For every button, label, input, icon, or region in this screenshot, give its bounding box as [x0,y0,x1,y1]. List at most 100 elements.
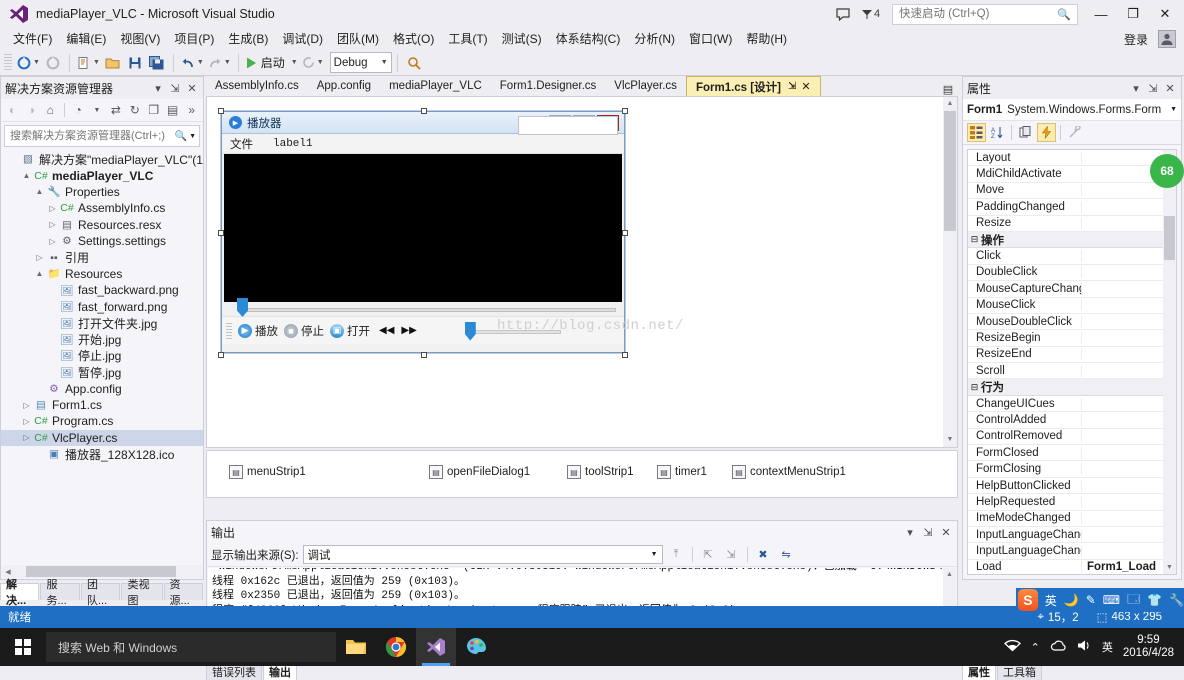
property-row[interactable]: Layout [968,150,1176,167]
tray-component[interactable]: ▤ toolStrip1 [567,465,634,479]
chevron-down-icon[interactable]: ▼ [189,133,196,140]
ime-toolbox-icon[interactable]: 🗔 [1127,590,1140,611]
scroll-down-icon[interactable]: ▼ [1163,561,1176,574]
solution-tab-资源[interactable]: 资源... [163,579,204,607]
property-row[interactable]: HelpButtonClicked [968,478,1176,495]
solution-tree-item[interactable]: ▷ ▪▪ 引用 [1,249,203,265]
solution-tree-item[interactable]: 🖼 停止.jpg [1,348,203,364]
form-open-button[interactable]: ▣ 打开 [330,323,370,339]
tray-component[interactable]: ▤ timer1 [657,465,707,479]
resize-handle-e[interactable] [622,230,628,236]
document-tab[interactable]: App.config [307,76,381,96]
solution-tree-item[interactable]: 🖼 fast_backward.png [1,282,203,298]
file-explorer-icon[interactable] [336,628,376,666]
solution-tree-item[interactable]: ▷ C# VlcPlayer.cs [1,429,203,447]
scroll-thumb[interactable] [944,111,956,231]
chevron-down-icon[interactable]: ▾ [903,526,917,539]
property-row[interactable]: HelpRequested [968,494,1176,511]
menu-build[interactable]: 生成(B) [221,29,275,49]
signin-link[interactable]: 登录 [1124,31,1148,48]
solution-tree-item[interactable]: ▲ C# mediaPlayer_VLC [1,167,203,183]
property-row[interactable]: FormClosing [968,461,1176,478]
form-menu-file[interactable]: 文件 [230,136,253,152]
pin-icon[interactable]: ⇲ [1146,82,1160,95]
chevron-down-icon[interactable]: ▼ [197,59,204,66]
document-tab[interactable]: Form1.Designer.cs [490,76,606,96]
menu-format[interactable]: 格式(O) [386,29,441,49]
solution-tree-item[interactable]: 🖼 暂停.jpg [1,364,203,380]
flag-icon[interactable]: 4 [858,2,884,26]
solution-tree-item[interactable]: 🖼 fast_forward.png [1,299,203,315]
menu-file[interactable]: 文件(F) [6,29,59,49]
search-input[interactable] [8,129,175,143]
menu-team[interactable]: 团队(M) [330,29,386,49]
solution-tree-item[interactable]: ▷ ▤ Resources.resx [1,217,203,233]
overflow-icon[interactable]: » [183,101,200,120]
property-category-row[interactable]: ⊟ 行为 [968,379,1176,396]
expander-icon[interactable]: ▷ [46,237,59,246]
property-row[interactable]: ResizeEnd [968,347,1176,364]
new-project-icon[interactable]: ▼ [75,52,102,74]
resize-handle-w[interactable] [218,230,224,236]
property-row[interactable]: MouseClick [968,298,1176,314]
taskbar-search-box[interactable]: 搜索 Web 和 Windows [46,632,336,662]
property-row[interactable]: Click [968,248,1176,265]
menu-project[interactable]: 项目(P) [167,29,221,49]
ime-indicator-icon[interactable]: 英 [1102,639,1113,655]
sogou-logo-icon[interactable]: S [1018,589,1038,611]
solution-tree-item[interactable]: ▧ 解决方案"mediaPlayer_VLC"(1 个项目 [1,151,203,167]
expander-icon[interactable]: ▷ [20,401,33,410]
designer-vertical-scrollbar[interactable]: ▲ ▼ [943,97,957,447]
property-row[interactable]: MouseDoubleClick [968,314,1176,331]
property-row[interactable]: ControlRemoved [968,429,1176,446]
comment-icon[interactable] [830,2,856,26]
properties-icon[interactable]: ▤ [164,101,181,120]
property-row[interactable]: MdiChildActivate [968,166,1176,183]
properties-grid[interactable]: Layout MdiChildActivate Move PaddingChanged… [967,149,1177,575]
refresh-icon[interactable]: ↻ [126,101,143,120]
feedback-badge[interactable]: 68 [1150,154,1184,188]
undo-icon[interactable]: ▼ [179,52,206,74]
property-row[interactable]: InputLanguageChanged [968,527,1176,544]
resize-handle-nw[interactable] [218,108,224,114]
pin-icon[interactable]: ⇲ [921,526,935,539]
expander-icon[interactable]: ▲ [33,269,46,278]
expander-icon[interactable]: ▲ [33,187,46,196]
taskbar-clock[interactable]: 9:59 2016/4/28 [1123,634,1174,660]
fast-backward-icon[interactable]: ◀◀ [379,325,394,336]
wifi-icon[interactable] [1003,639,1021,655]
events-icon[interactable] [1037,123,1056,142]
start-debug-button[interactable]: 启动 ▼ [244,52,300,74]
fast-forward-icon[interactable]: ▶▶ [401,325,416,336]
sync-icon[interactable]: ⇄ [107,101,124,120]
property-value[interactable]: Form1_Load [1082,561,1176,573]
properties-object-selector[interactable]: Form1 System.Windows.Forms.Form ▼ [963,99,1181,121]
form-menustrip[interactable]: 文件 label1 [222,134,624,154]
expander-icon[interactable]: ▲ [20,171,33,180]
document-tab[interactable]: mediaPlayer_VLC [380,76,491,96]
menu-analyze[interactable]: 分析(N) [627,29,682,49]
volume-icon[interactable] [1077,639,1092,655]
solution-tab-服务[interactable]: 服务... [40,579,80,607]
property-row[interactable]: ChangeUICues [968,396,1176,413]
close-button[interactable]: ✕ [1150,1,1180,27]
chevron-down-icon[interactable]: ▼ [651,551,658,558]
property-category-row[interactable]: ⊟ 操作 [968,231,1176,249]
solution-tab-解决[interactable]: 解决... [0,579,40,607]
solution-tree-item[interactable]: ▣ 播放器_128X128.ico [1,446,203,462]
save-all-icon[interactable] [146,52,168,74]
form-video-panel[interactable] [224,154,622,302]
document-tab[interactable]: Form1.cs [设计] ⇲ ✕ [685,76,821,96]
solution-tree-item[interactable]: 🖼 开始.jpg [1,331,203,347]
property-row[interactable]: Resize [968,216,1176,232]
tab-overflow-icon[interactable]: ▤ [938,83,958,96]
expander-icon[interactable]: ▷ [20,417,33,426]
menu-view[interactable]: 视图(V) [113,29,167,49]
find-icon[interactable] [403,52,425,74]
property-row[interactable]: ControlAdded [968,412,1176,429]
solution-configuration-combo[interactable]: Debug ▼ [329,52,392,73]
tray-component[interactable]: ▤ contextMenuStrip1 [732,465,846,479]
solution-tab-类视图[interactable]: 类视图 [121,579,163,607]
expander-icon[interactable]: ▷ [46,220,59,229]
expander-icon[interactable]: ▷ [20,433,33,442]
